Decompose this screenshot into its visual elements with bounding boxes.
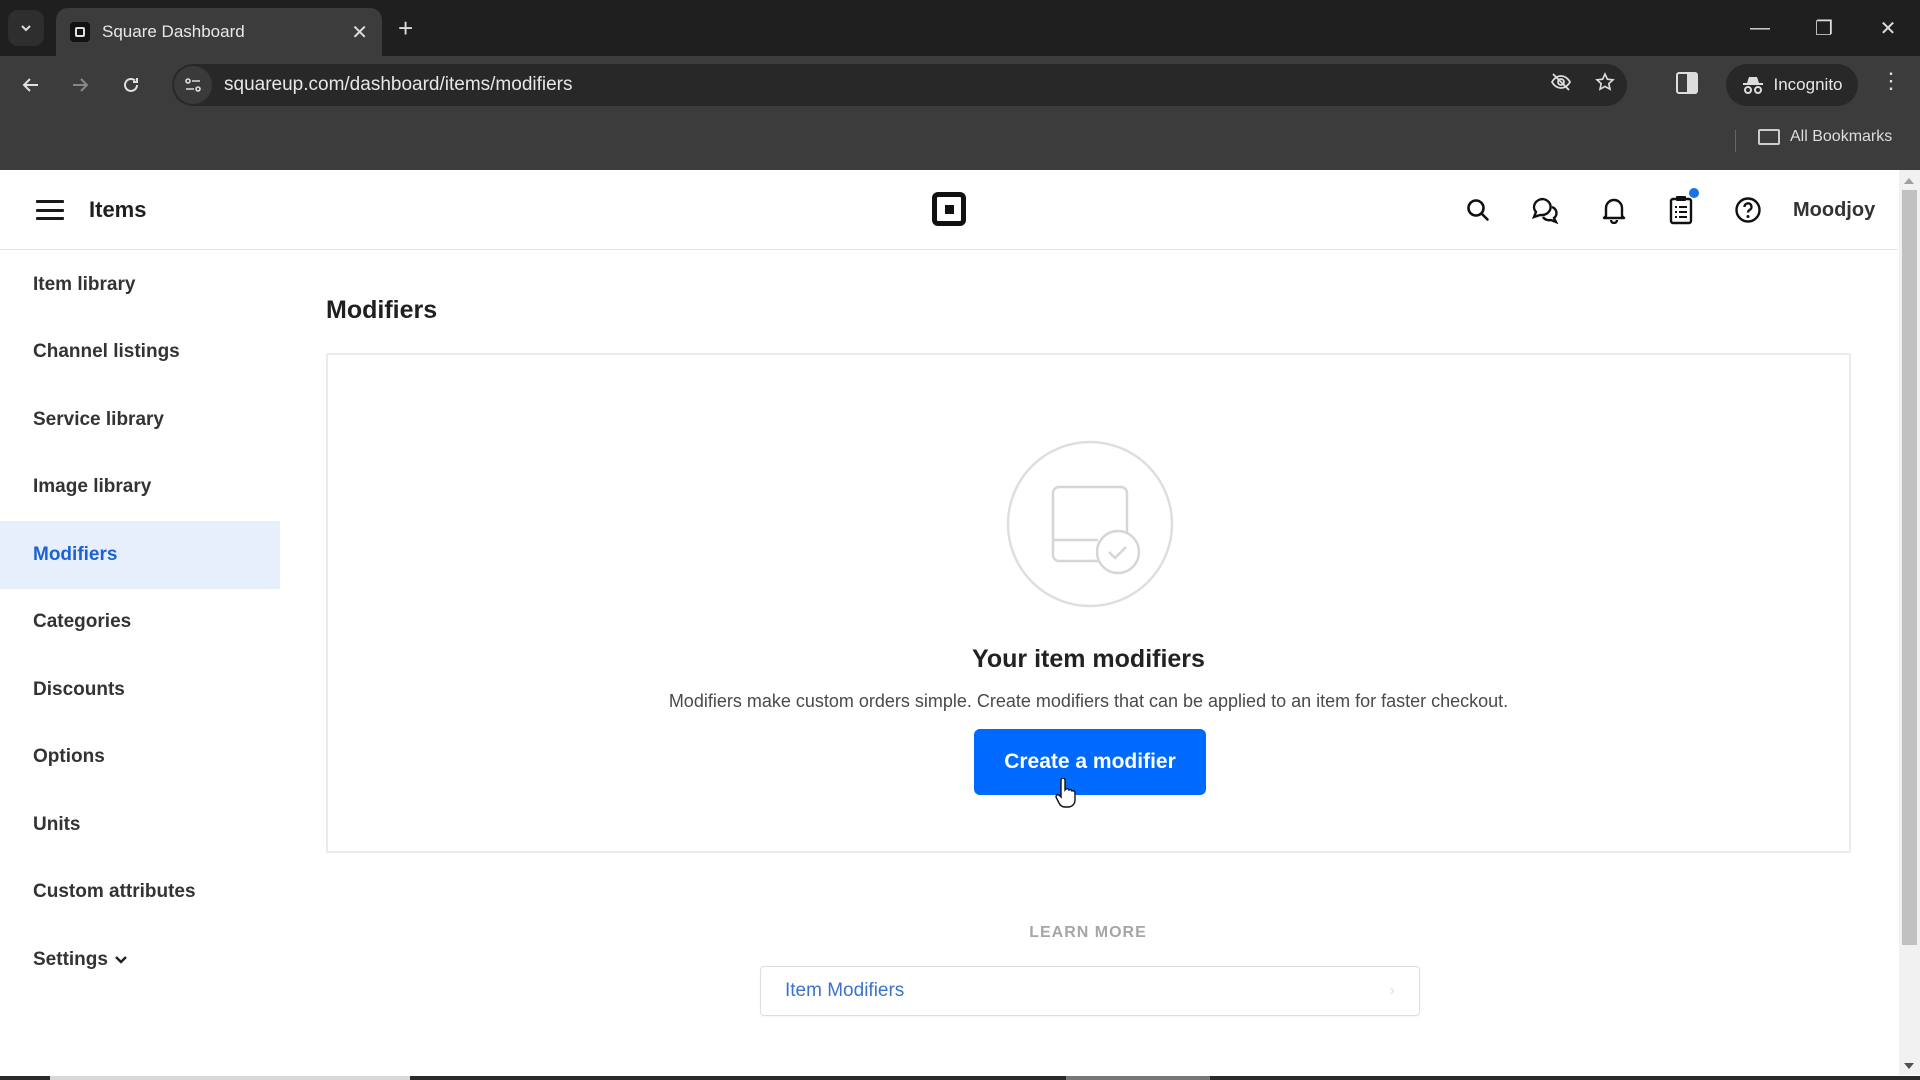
sidebar-item-label: Settings — [33, 948, 108, 970]
browser-tab[interactable]: Square Dashboard ✕ — [56, 8, 382, 56]
browser-menu-icon[interactable]: ⋮ — [1880, 68, 1902, 94]
sidebar-item-label: Discounts — [33, 678, 125, 700]
tab-title: Square Dashboard — [102, 22, 245, 41]
sidebar-item-options[interactable]: Options — [0, 724, 280, 792]
chevron-down-icon — [115, 955, 127, 964]
incognito-profile-button[interactable]: Incognito — [1726, 64, 1858, 106]
minimize-icon: — — [1750, 16, 1770, 39]
incognito-icon — [1742, 77, 1763, 94]
app-section-title: Items — [89, 197, 147, 222]
arrow-left-icon — [22, 78, 38, 92]
learn-more-link-item-modifiers[interactable]: Item Modifiers › — [760, 966, 1420, 1016]
sidebar-item-label: Service library — [33, 408, 164, 430]
square-favicon-icon — [70, 22, 90, 42]
restore-icon: ❐ — [1815, 17, 1833, 40]
scroll-down-arrow-icon[interactable] — [1904, 1063, 1914, 1069]
tune-icon — [185, 78, 201, 92]
restore-button[interactable]: ❐ — [1792, 0, 1856, 56]
sidebar-item-label: Channel listings — [33, 341, 180, 363]
eye-off-icon[interactable] — [1539, 72, 1583, 98]
sidebar-item-label: Units — [33, 813, 81, 835]
empty-state-card: Your item modifiers Modifiers make custo… — [326, 353, 1851, 853]
tab-search-button[interactable] — [8, 10, 44, 46]
all-bookmarks-label: All Bookmarks — [1790, 128, 1893, 145]
sidebar-item-label: Image library — [33, 476, 152, 498]
account-menu[interactable]: Moodjoy — [1793, 199, 1875, 222]
sidebar-item-categories[interactable]: Categories — [0, 589, 280, 657]
bell-icon[interactable] — [1596, 192, 1632, 228]
app-header: Items Moodjoy — [0, 170, 1898, 250]
scrollbar-thumb[interactable] — [1902, 190, 1917, 945]
url-text[interactable]: squareup.com/dashboard/items/modifiers — [224, 74, 1539, 96]
sidebar-item-image-library[interactable]: Image library — [0, 454, 280, 522]
sidebar-item-item-library[interactable]: Item library — [0, 251, 280, 319]
site-info-button[interactable] — [174, 66, 212, 104]
notification-dot — [1689, 188, 1699, 198]
sidebar-item-units[interactable]: Units — [0, 791, 280, 859]
modifier-checklist-illustration-icon — [1006, 440, 1174, 608]
sidebar-item-label: Modifiers — [33, 543, 118, 565]
back-button[interactable] — [14, 68, 48, 102]
folder-icon — [1758, 129, 1780, 145]
sidebar-item-label: Custom attributes — [33, 881, 196, 903]
empty-state-description: Modifiers make custom orders simple. Cre… — [668, 691, 1509, 711]
window-close-button[interactable]: ✕ — [1856, 0, 1920, 56]
forward-button[interactable] — [63, 68, 97, 102]
hand-pointer-cursor-icon — [1055, 778, 1076, 808]
scroll-up-arrow-icon[interactable] — [1904, 178, 1914, 184]
learn-more-label: LEARN MORE — [1029, 924, 1147, 941]
page-scrollbar[interactable] — [1899, 170, 1920, 1075]
learn-more-link-label: Item Modifiers — [785, 980, 905, 1001]
tab-close-icon[interactable]: ✕ — [351, 20, 368, 45]
hamburger-menu-icon[interactable] — [36, 200, 64, 220]
new-tab-button[interactable]: + — [398, 10, 413, 46]
minimize-button[interactable]: — — [1728, 0, 1792, 56]
window-close-icon: ✕ — [1879, 17, 1897, 40]
sidebar-item-label: Categories — [33, 611, 132, 633]
browser-toolbar: squareup.com/dashboard/items/modifiers I… — [0, 56, 1920, 114]
sidebar-item-custom-attributes[interactable]: Custom attributes — [0, 859, 280, 927]
sidebar-item-label: Options — [33, 746, 105, 768]
search-icon[interactable] — [1460, 192, 1496, 228]
all-bookmarks-button[interactable]: All Bookmarks — [1758, 128, 1892, 146]
side-panel-icon[interactable] — [1676, 72, 1698, 94]
sidebar-item-discounts[interactable]: Discounts — [0, 656, 280, 724]
bookmarks-bar: All Bookmarks — [0, 114, 1920, 170]
reload-button[interactable] — [114, 68, 148, 102]
sidebar-item-channel-listings[interactable]: Channel listings — [0, 319, 280, 387]
bottom-edge-strip — [0, 1076, 1920, 1080]
chevron-down-icon — [21, 25, 31, 32]
page-title: Modifiers — [326, 296, 438, 324]
clipboard-icon[interactable] — [1663, 188, 1699, 228]
address-bar[interactable]: squareup.com/dashboard/items/modifiers — [172, 64, 1627, 106]
sidebar-item-label: Item library — [33, 273, 136, 295]
help-icon[interactable] — [1730, 192, 1766, 228]
bookmarks-divider — [1735, 130, 1736, 152]
browser-tab-bar: Square Dashboard ✕ + — ❐ ✕ — [0, 0, 1920, 56]
empty-state-title: Your item modifiers — [972, 645, 1205, 673]
sidebar-nav: Item library Channel listings Service li… — [0, 251, 280, 994]
sidebar-item-service-library[interactable]: Service library — [0, 386, 280, 454]
create-modifier-button[interactable]: Create a modifier — [974, 729, 1206, 795]
square-logo-icon[interactable] — [932, 192, 966, 226]
arrow-right-icon — [73, 78, 89, 92]
bookmark-star-icon[interactable] — [1583, 72, 1627, 98]
sidebar-item-modifiers[interactable]: Modifiers — [0, 521, 280, 589]
chevron-right-icon: › — [1389, 982, 1395, 999]
profile-label: Incognito — [1773, 75, 1843, 94]
messages-icon[interactable] — [1528, 192, 1564, 228]
reload-icon — [124, 77, 138, 92]
